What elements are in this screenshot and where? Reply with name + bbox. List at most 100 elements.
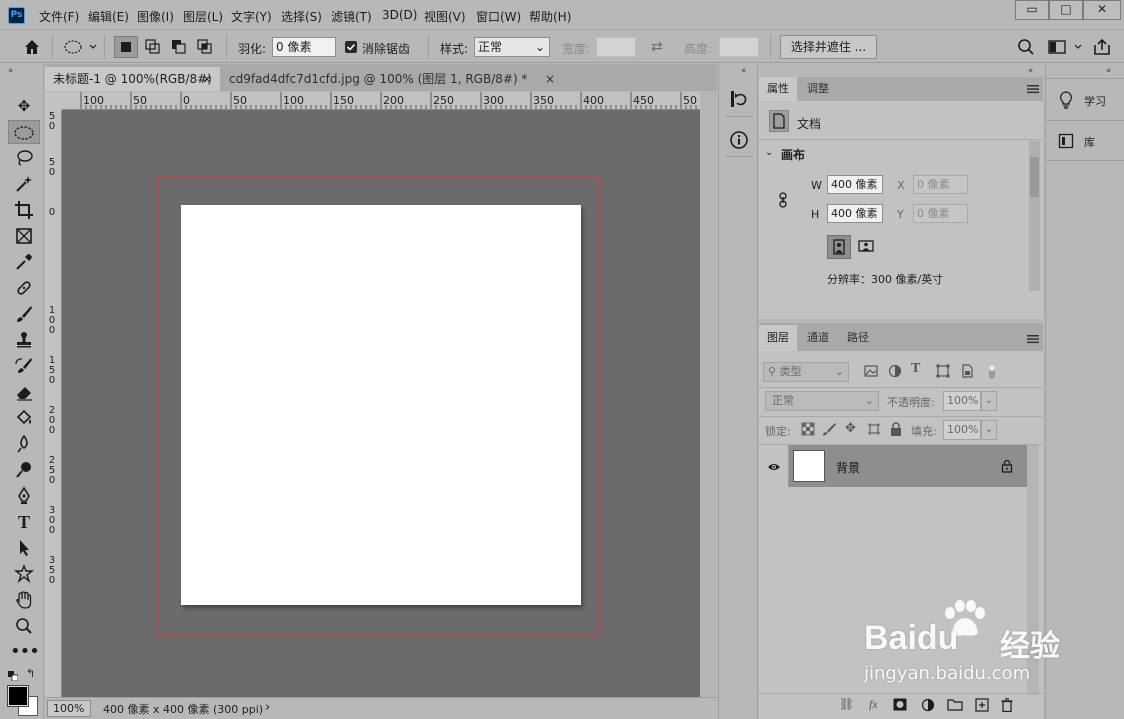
close-tab-icon[interactable]: × (545, 67, 555, 91)
filter-toggle-icon[interactable] (987, 363, 997, 381)
type-filter-icon[interactable]: T (911, 361, 927, 379)
swap-colors-icon[interactable]: ↰ (26, 668, 38, 680)
collapse-panel-icon[interactable]: ‹‹ (1106, 66, 1111, 76)
swap-arrows-icon[interactable]: ⇄ (651, 39, 669, 55)
new-layer-icon[interactable] (975, 698, 989, 715)
menu-edit[interactable]: 编辑(E) (88, 8, 129, 25)
paint-bucket-tool-icon[interactable] (10, 406, 38, 430)
adjustment-layer-icon[interactable] (921, 698, 935, 715)
zoom-tool-icon[interactable] (10, 614, 38, 638)
close-tab-icon[interactable]: × (202, 67, 212, 91)
history-brush-tool-icon[interactable] (10, 354, 38, 378)
tab-adjustments[interactable]: 调整 (799, 77, 837, 101)
menu-image[interactable]: 图像(I) (137, 8, 174, 25)
status-menu-arrow[interactable]: › (265, 700, 270, 715)
eraser-tool-icon[interactable] (10, 380, 38, 404)
ellipse-marquee-preset-icon[interactable] (63, 39, 97, 55)
canvas-scrollbar[interactable] (700, 92, 716, 697)
menu-view[interactable]: 视图(V) (424, 8, 466, 25)
width-input[interactable] (596, 37, 636, 57)
canvas-height-input[interactable]: 400 像素 (827, 204, 883, 223)
fx-icon[interactable]: fx (869, 697, 878, 712)
portrait-orientation-icon[interactable] (827, 235, 851, 259)
eye-visibility-icon[interactable] (767, 461, 781, 471)
tab-properties[interactable]: 属性 (759, 77, 797, 101)
type-tool-icon[interactable]: T (10, 510, 38, 534)
minimize-button[interactable]: ▭ (1015, 0, 1049, 20)
chevron-down-icon[interactable]: ⌄ (765, 147, 773, 158)
pixel-layer-filter-icon[interactable] (863, 363, 879, 379)
healing-brush-tool-icon[interactable] (10, 276, 38, 300)
chevron-down-icon[interactable]: ⌄ (981, 391, 997, 411)
tab-paths[interactable]: 路径 (839, 325, 877, 351)
chevron-down-icon[interactable]: ⌄ (981, 420, 997, 440)
magic-wand-tool-icon[interactable] (10, 172, 38, 196)
frame-tool-icon[interactable] (10, 224, 38, 248)
canvas-x-input[interactable]: 0 像素 (913, 175, 968, 194)
panel-menu-icon[interactable] (1027, 83, 1039, 94)
adjustment-filter-icon[interactable] (887, 363, 903, 379)
menu-help[interactable]: 帮助(H) (529, 8, 571, 25)
tab-channels[interactable]: 通道 (799, 325, 837, 351)
collapse-panel-icon[interactable]: ‹‹ (741, 66, 746, 76)
brush-tool-icon[interactable] (10, 302, 38, 326)
home-icon[interactable] (22, 37, 42, 57)
library-panel-button[interactable]: 库 (1056, 130, 1120, 154)
tab-untitled-1[interactable]: 未标题-1 @ 100%(RGB/8#) × (45, 67, 220, 91)
menu-filter[interactable]: 滤镜(T) (331, 8, 372, 25)
tab-layers[interactable]: 图层 (759, 325, 797, 351)
feather-input[interactable]: 0 像素 (272, 37, 336, 57)
learn-panel-button[interactable]: 学习 (1056, 88, 1120, 114)
menu-select[interactable]: 选择(S) (281, 8, 322, 25)
blur-tool-icon[interactable] (10, 432, 38, 456)
add-to-selection-icon[interactable] (142, 36, 164, 58)
style-select[interactable]: 正常 ⌄ (474, 37, 550, 57)
antialias-checkbox[interactable] (345, 41, 357, 53)
tab-cd9fad4dfc7d1cfd[interactable]: cd9fad4dfc7d1cfd.jpg @ 100% (图层 1, RGB/8… (221, 67, 565, 91)
canvas-y-input[interactable]: 0 像素 (913, 204, 968, 223)
eyedropper-tool-icon[interactable] (10, 250, 38, 274)
hand-tool-icon[interactable] (10, 588, 38, 612)
select-and-mask-button[interactable]: 选择并遮住 ... (780, 35, 877, 59)
new-group-icon[interactable] (947, 698, 963, 714)
canvas-width-input[interactable]: 400 像素 (827, 175, 883, 194)
link-layers-icon[interactable]: ⛓ (839, 697, 854, 711)
elliptical-marquee-tool-icon[interactable] (8, 120, 40, 144)
menu-file[interactable]: 文件(F) (39, 8, 79, 25)
menu-type[interactable]: 文字(Y) (231, 8, 272, 25)
properties-scrollbar[interactable] (1029, 141, 1040, 291)
collapse-panel-icon[interactable]: ‹‹ (1028, 66, 1033, 76)
dodge-tool-icon[interactable] (10, 458, 38, 482)
new-selection-icon[interactable] (114, 36, 138, 58)
trash-icon[interactable] (1001, 698, 1013, 715)
history-panel-icon[interactable] (729, 88, 749, 110)
vertical-ruler[interactable]: 5 0 5 0 0 1 0 0 1 5 0 2 0 0 2 5 0 3 0 0 … (45, 110, 62, 697)
default-colors-icon[interactable] (8, 670, 19, 682)
lock-transparent-icon[interactable] (801, 422, 815, 436)
link-icon[interactable] (777, 192, 789, 208)
workspace-icon[interactable] (1047, 39, 1083, 55)
lock-position-icon[interactable]: ✥ (845, 422, 859, 436)
blend-mode-select[interactable]: 正常 ⌄ (765, 391, 879, 411)
landscape-orientation-icon[interactable] (855, 235, 879, 259)
menu-3d[interactable]: 3D(D) (382, 8, 417, 22)
crop-tool-icon[interactable] (10, 198, 38, 222)
subtract-from-selection-icon[interactable] (168, 36, 190, 58)
menu-window[interactable]: 窗口(W) (476, 8, 521, 25)
layer-row-background[interactable]: 背景 (759, 445, 1027, 487)
more-tools-icon[interactable]: ••• (10, 640, 40, 664)
horizontal-ruler[interactable]: 100 50 0 50 100 150 200 250 300 350 400 … (62, 92, 700, 110)
foreground-color-swatch[interactable] (7, 685, 29, 707)
layer-mask-icon[interactable] (893, 698, 907, 714)
search-icon[interactable] (1017, 38, 1035, 56)
lock-pixels-icon[interactable] (822, 422, 836, 436)
maximize-button[interactable]: □ (1049, 0, 1083, 20)
panel-menu-icon[interactable] (1027, 333, 1039, 344)
lasso-tool-icon[interactable] (10, 146, 38, 170)
path-selection-tool-icon[interactable] (10, 536, 38, 560)
height-input[interactable] (719, 37, 759, 57)
opacity-input[interactable]: 100% (943, 391, 981, 411)
pen-tool-icon[interactable] (10, 484, 38, 508)
collapse-panel-icon[interactable]: ›› (8, 66, 13, 76)
lock-artboard-icon[interactable] (867, 422, 881, 436)
